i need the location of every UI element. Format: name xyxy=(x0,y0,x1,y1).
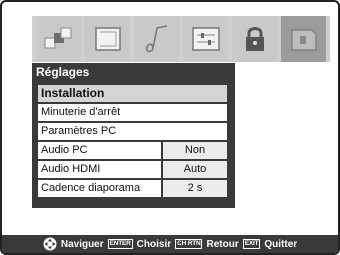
navigate-hint: Naviguer xyxy=(60,238,104,250)
menu-item-pc-audio[interactable]: Audio PC Non xyxy=(38,142,227,159)
menu-item-label: Installation xyxy=(38,85,227,102)
exit-key-badge: EXIT xyxy=(242,239,261,249)
hdmi-audio-value[interactable]: Auto xyxy=(163,161,227,178)
lock-icon[interactable] xyxy=(232,16,277,62)
navigation-pad-icon xyxy=(43,237,57,251)
menu-icon-strip xyxy=(32,16,330,62)
settings-menu: Installation Minuterie d'arrêt Paramètre… xyxy=(32,82,235,208)
enter-hint: Choisir xyxy=(136,238,172,250)
menu-item-pc-settings[interactable]: Paramètres PC xyxy=(38,123,227,140)
tv-menu-frame: Réglages Installation Minuterie d'arrêt … xyxy=(0,0,340,255)
menu-title: Réglages xyxy=(32,63,235,82)
pc-audio-value[interactable]: Non xyxy=(163,142,227,159)
enter-key-badge: ENTER xyxy=(107,239,133,249)
menu-item-installation[interactable]: Installation xyxy=(38,85,227,102)
menu-item-slideshow-interval[interactable]: Cadence diaporama 2 s xyxy=(38,180,227,197)
picture-icon[interactable] xyxy=(36,16,81,62)
menu-item-label: Minuterie d'arrêt xyxy=(38,104,227,121)
menu-item-hdmi-audio[interactable]: Audio HDMI Auto xyxy=(38,161,227,178)
exit-hint: Quitter xyxy=(264,238,298,250)
return-hint: Retour xyxy=(206,238,239,250)
media-card-icon[interactable] xyxy=(281,16,326,62)
menu-item-label: Cadence diaporama xyxy=(38,180,161,197)
screen-icon[interactable] xyxy=(85,16,130,62)
slideshow-interval-value[interactable]: 2 s xyxy=(163,180,227,197)
menu-item-label: Audio HDMI xyxy=(38,161,161,178)
button-help-bar: Naviguer ENTER Choisir CH RTN Retour EXI… xyxy=(2,235,338,253)
settings-panel-icon[interactable] xyxy=(183,16,228,62)
menu-item-sleep-timer[interactable]: Minuterie d'arrêt xyxy=(38,104,227,121)
music-note-icon[interactable] xyxy=(134,16,179,62)
menu-item-label: Audio PC xyxy=(38,142,161,159)
ch-rtn-key-badge: CH RTN xyxy=(175,239,203,249)
menu-item-label: Paramètres PC xyxy=(38,123,227,140)
